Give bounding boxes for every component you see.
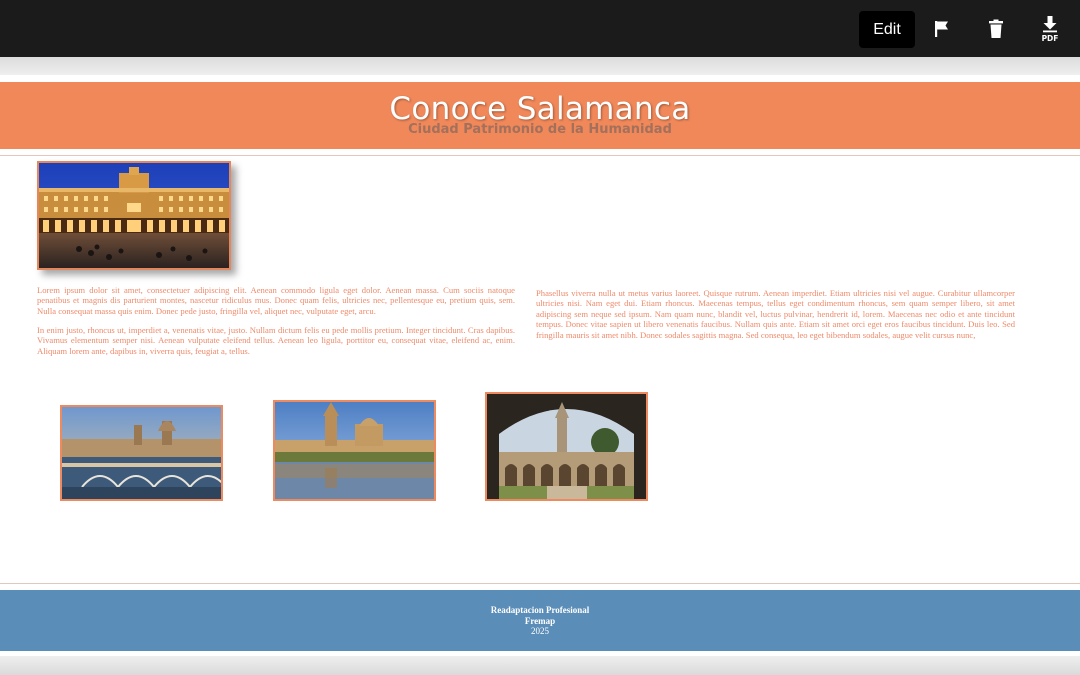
page-header: Conoce Salamanca Ciudad Patrimonio de la… <box>0 82 1080 149</box>
catedral-reflection-photo <box>273 400 436 501</box>
pdf-label: PDF <box>1042 34 1059 43</box>
footer-year: 2025 <box>531 626 549 636</box>
flag-icon[interactable] <box>927 14 957 44</box>
page-footer: Readaptacion Profesional Fremap 2025 <box>0 590 1080 651</box>
download-pdf-icon[interactable]: PDF <box>1034 14 1066 44</box>
page-bottom-band <box>0 656 1080 675</box>
top-toolbar: Edit PDF <box>0 0 1080 57</box>
footer-company: Fremap <box>524 615 556 626</box>
page-subtitle: Ciudad Patrimonio de la Humanidad <box>408 122 672 137</box>
header-divider <box>0 155 1080 156</box>
footer-organization: Readaptacion Profesional <box>490 605 590 615</box>
trash-icon[interactable] <box>981 14 1011 44</box>
edit-button[interactable]: Edit <box>859 11 915 48</box>
right-paragraph: Phasellus viverra nulla ut metus varius … <box>536 288 1015 340</box>
left-paragraph-2: In enim justo, rhoncus ut, imperdiet a, … <box>37 325 515 356</box>
left-paragraph-1: Lorem ipsum dolor sit amet, consectetuer… <box>37 285 515 316</box>
footer-divider <box>0 583 1080 584</box>
plaza-mayor-photo <box>37 161 231 270</box>
claustro-arch-photo <box>485 392 648 501</box>
puente-romano-photo <box>60 405 223 501</box>
page-top-band <box>0 57 1080 75</box>
